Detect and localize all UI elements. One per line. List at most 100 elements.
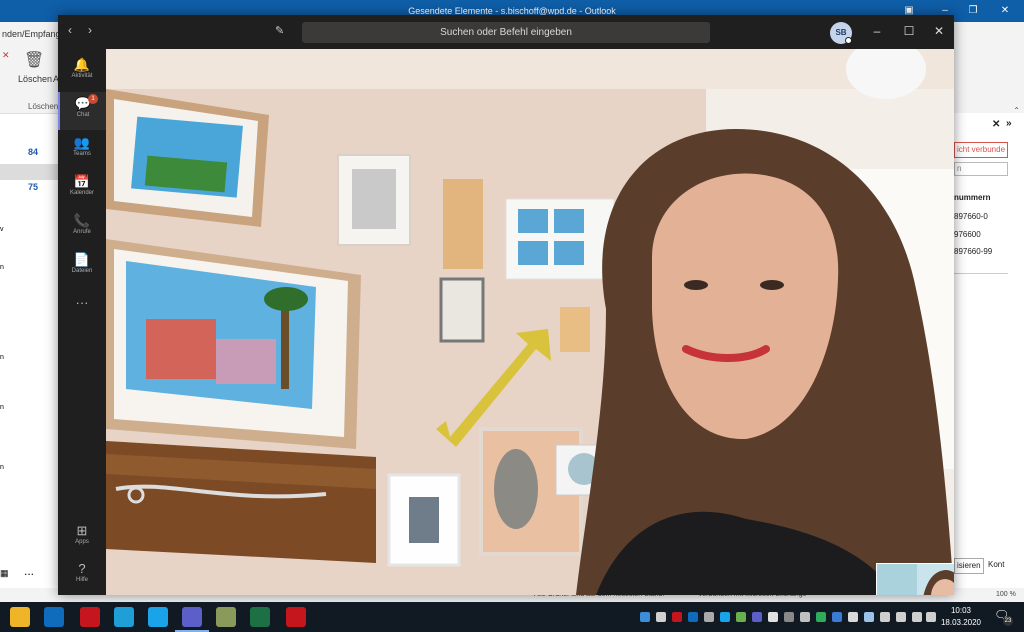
file-explorer-icon[interactable]	[10, 607, 30, 627]
phone-icon: 📞	[73, 213, 91, 228]
outlook-ribbon-right: ⌃	[954, 22, 1024, 115]
self-video-preview[interactable]	[876, 563, 954, 595]
tray-icon[interactable]	[736, 612, 746, 622]
outlook-icon[interactable]	[44, 607, 64, 627]
divider	[954, 273, 1008, 274]
clock-time[interactable]: 10:03	[938, 606, 984, 615]
rail-files[interactable]: 📄 Dateien	[58, 248, 106, 286]
outlook-folder-pane: 84 75 v n n n n ▦ ...	[0, 113, 60, 593]
close-icon[interactable]: ✕	[998, 4, 1012, 18]
tray-icon[interactable]	[784, 612, 794, 622]
teams-titlebar: ‹ › ✎ Suchen oder Befehl eingeben SB – ☐…	[58, 15, 954, 49]
new-chat-icon[interactable]: ✎	[275, 24, 284, 37]
microphone-icon[interactable]	[880, 612, 890, 622]
bluetooth-icon[interactable]	[832, 612, 842, 622]
contact-button[interactable]: Kont	[988, 560, 1004, 569]
close-icon[interactable]: ✕	[931, 24, 947, 38]
phone-number[interactable]: 897660-0	[954, 212, 988, 221]
close-pane-icon[interactable]: ✕	[992, 119, 1000, 130]
tray-icon[interactable]	[816, 612, 826, 622]
search-input[interactable]: Suchen oder Befehl eingeben	[302, 22, 710, 43]
trash-icon[interactable]: 🗑	[24, 50, 44, 70]
rail-teams[interactable]: 👥 Teams	[58, 131, 106, 169]
list-mark: n	[0, 464, 4, 471]
remote-video-feed	[106, 49, 954, 595]
acrobat-icon[interactable]	[80, 607, 100, 627]
calendar-nav-icon[interactable]: ▦	[0, 568, 9, 579]
skype-icon[interactable]	[148, 607, 168, 627]
numbers-header: nummern	[954, 193, 991, 202]
forward-icon[interactable]: ›	[88, 23, 92, 37]
mail-icon[interactable]	[656, 612, 666, 622]
clock-date[interactable]: 18.03.2020	[938, 618, 984, 627]
tray-icon[interactable]	[864, 612, 874, 622]
restore-icon[interactable]: ❐	[966, 4, 980, 18]
rail-more[interactable]: ···	[58, 291, 106, 329]
expand-icon[interactable]: »	[1006, 118, 1012, 129]
teams-window: ‹ › ✎ Suchen oder Befehl eingeben SB – ☐…	[58, 15, 954, 595]
tray-icon[interactable]	[640, 612, 650, 622]
rail-calendar[interactable]: 📅 Kalender	[58, 170, 106, 208]
rail-label: Kalender	[69, 190, 95, 196]
chat-icon: 💬	[74, 96, 92, 111]
bell-icon: 🔔	[73, 57, 91, 72]
search-field[interactable]: n	[954, 162, 1008, 176]
picture-frame	[560, 307, 590, 352]
picture-frame	[443, 179, 483, 269]
outlook-ribbon: nden/Empfang 🗑 ✕ Löschen A Löschen	[0, 22, 61, 112]
update-button[interactable]: isieren	[954, 558, 984, 574]
maximize-icon[interactable]: ☐	[901, 24, 917, 38]
teams-icon: 👥	[73, 135, 91, 150]
rail-label: Teams	[73, 151, 91, 157]
rail-activity[interactable]: 🔔 Aktivität	[58, 53, 106, 91]
back-icon[interactable]: ‹	[68, 23, 72, 37]
status-banner: icht verbunde	[954, 142, 1008, 158]
phone-number[interactable]: 897660-99	[954, 247, 992, 256]
rail-calls[interactable]: 📞 Anrufe	[58, 209, 106, 247]
tray-icon[interactable]	[848, 612, 858, 622]
rail-label: Apps	[75, 539, 89, 545]
edge-icon[interactable]	[114, 607, 134, 627]
volume-icon[interactable]	[926, 612, 936, 622]
more-icon: ···	[75, 295, 89, 310]
tray-icon[interactable]	[704, 612, 714, 622]
tray-icon[interactable]	[800, 612, 810, 622]
calendar-icon: 📅	[73, 174, 91, 189]
teams-tray-icon[interactable]	[752, 612, 762, 622]
rail-label: Chat	[76, 112, 90, 118]
picture-frame	[439, 277, 485, 343]
rail-chat[interactable]: 💬 Chat 1	[58, 92, 106, 130]
teams-icon[interactable]	[175, 607, 209, 632]
delete-button[interactable]: Löschen	[18, 74, 52, 84]
battery-icon[interactable]	[896, 612, 906, 622]
files-icon: 📄	[73, 252, 91, 267]
more-nav-button[interactable]: ...	[24, 564, 34, 578]
tray-icon[interactable]	[672, 612, 682, 622]
video-stage[interactable]	[106, 49, 954, 595]
rail-apps[interactable]: ⊞ Apps	[58, 519, 106, 557]
wifi-icon[interactable]	[912, 612, 922, 622]
ignore-icon[interactable]: ✕	[2, 50, 10, 61]
skype-tray-icon[interactable]	[720, 612, 730, 622]
folder-count: 75	[28, 182, 39, 192]
excel-icon[interactable]	[250, 607, 270, 627]
phone-number[interactable]: 976600	[954, 230, 981, 239]
rail-help[interactable]: ? Hilfe	[58, 557, 106, 595]
list-mark: v	[0, 226, 4, 233]
tray-icon[interactable]	[768, 612, 778, 622]
notepad-icon[interactable]	[216, 607, 236, 627]
windows-taskbar: 10:03 18.03.2020 🗨 23	[0, 602, 1024, 632]
rail-label: Aktivität	[71, 73, 93, 79]
delete-group-label: Löschen	[28, 102, 59, 111]
wooden-board	[106, 441, 376, 563]
minimize-icon[interactable]: –	[869, 24, 885, 38]
help-icon: ?	[78, 561, 86, 576]
list-mark: n	[0, 354, 4, 361]
rail-label: Hilfe	[75, 577, 88, 583]
ribbon-send-receive-label[interactable]: nden/Empfang	[2, 29, 61, 39]
chat-badge: 1	[88, 94, 98, 104]
outlook-tray-icon[interactable]	[688, 612, 698, 622]
rail-label: Dateien	[71, 268, 93, 274]
acrobat-icon[interactable]	[286, 607, 306, 627]
folder-selected-row[interactable]	[0, 164, 60, 180]
